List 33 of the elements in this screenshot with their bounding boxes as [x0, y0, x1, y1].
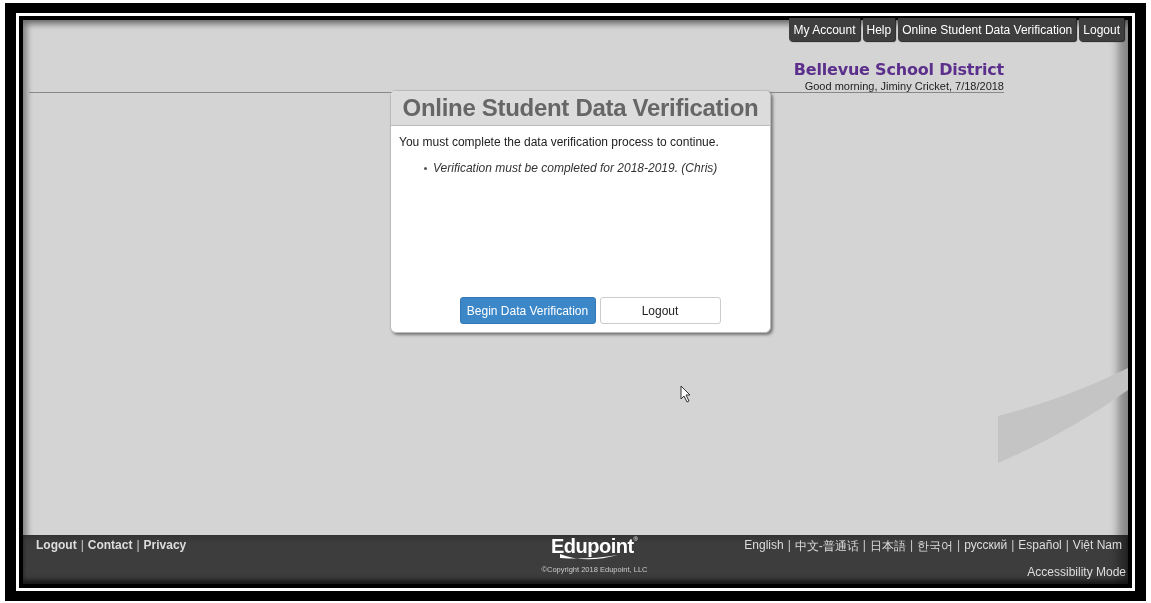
logo-text: Edupoint: [550, 536, 634, 556]
language-link[interactable]: 日本語: [869, 538, 906, 555]
separator: |: [862, 538, 866, 554]
language-link[interactable]: 中文-普通话: [794, 538, 859, 555]
separator: |: [787, 538, 791, 554]
footer-link[interactable]: Contact: [87, 538, 133, 552]
language-link[interactable]: 한국어: [917, 538, 954, 555]
district-name: Bellevue School District: [793, 60, 1004, 79]
bullet-text: Verification must be completed for 2018-2019. (Chris): [433, 161, 718, 175]
nav-tab[interactable]: Help: [862, 18, 896, 41]
language-link[interactable]: English: [744, 538, 784, 555]
separator: |: [80, 538, 84, 552]
separator: |: [1065, 538, 1069, 554]
separator: |: [136, 538, 140, 552]
begin-button[interactable]: Begin Data Verification: [459, 297, 596, 324]
nav-tab[interactable]: My Account: [789, 18, 860, 41]
accessibility-link[interactable]: Accessibility Mode: [1027, 565, 1126, 579]
separator: |: [957, 538, 961, 554]
greeting-text: Good morning, Jiminy Cricket, 7/18/2018: [803, 80, 1004, 92]
footer-link[interactable]: Logout: [36, 538, 77, 552]
logout-button[interactable]: Logout: [599, 297, 721, 324]
language-link[interactable]: Español: [1018, 538, 1062, 555]
nav-tab[interactable]: Online Student Data Verification: [898, 18, 1077, 41]
footer-link[interactable]: Privacy: [143, 538, 187, 552]
dialog-message: You must complete the data verification process to continue.: [399, 135, 720, 149]
mouse-pointer-icon: [680, 385, 692, 403]
separator: |: [909, 538, 914, 554]
language-link[interactable]: Việt Nam: [1072, 538, 1122, 555]
separator: |: [1011, 538, 1015, 554]
nav-tab[interactable]: Logout: [1079, 18, 1124, 41]
language-link[interactable]: русский: [964, 538, 1008, 555]
dialog-title: Online Student Data Verification: [391, 91, 770, 126]
bullet-icon: [424, 166, 427, 170]
